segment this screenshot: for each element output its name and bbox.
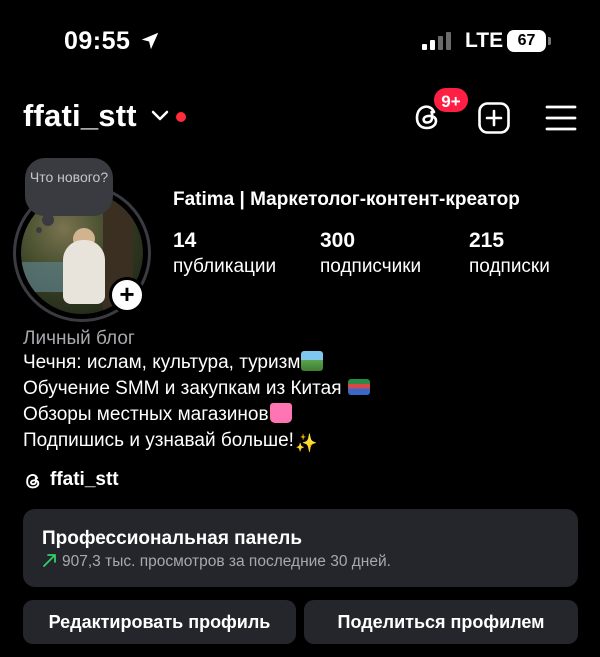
- battery-icon: 67: [507, 30, 551, 52]
- display-name: Fatima | Маркетолог-контент-креатор: [173, 189, 520, 210]
- add-story-button[interactable]: +: [109, 277, 145, 313]
- stat-followers[interactable]: 300 подписчики: [320, 228, 421, 280]
- note-bubble[interactable]: Что нового?: [25, 158, 113, 216]
- add-square-icon[interactable]: [477, 101, 511, 135]
- signal-icon: [422, 32, 451, 50]
- hamburger-menu-icon[interactable]: [545, 104, 577, 132]
- chevron-down-icon[interactable]: [151, 110, 169, 122]
- threads-icon: [26, 473, 40, 489]
- stat-following-count: 215: [469, 229, 505, 252]
- stat-following-label: подписки: [469, 256, 550, 277]
- location-arrow-icon: [141, 32, 159, 50]
- network-type: LTE: [465, 29, 504, 52]
- stat-followers-count: 300: [320, 229, 356, 252]
- dashboard-title: Профессиональная панель: [42, 528, 303, 549]
- bio-line: Подпишись и узнавай больше!✨: [23, 428, 370, 456]
- stat-following[interactable]: 215 подписки: [469, 228, 550, 280]
- status-dot: [176, 112, 186, 122]
- stat-posts[interactable]: 14 публикации: [173, 228, 276, 280]
- note-bubble-tail-small: [36, 227, 42, 233]
- professional-dashboard[interactable]: Профессиональная панель 907,3 тыс. просм…: [23, 509, 578, 587]
- stat-posts-label: публикации: [173, 256, 277, 277]
- profile-username[interactable]: ffati_stt: [23, 98, 137, 134]
- status-time: 09:55: [64, 27, 131, 55]
- edit-profile-button[interactable]: Редактировать профиль: [23, 600, 296, 644]
- shopping-bag-emoji-icon: [269, 403, 292, 423]
- bio-line: Обзоры местных магазинов: [23, 402, 370, 428]
- profile-bio: Чечня: ислам, культура, туризм Обучение …: [23, 350, 370, 456]
- books-emoji-icon: [347, 379, 370, 395]
- status-bar: 09:55 LTE 67: [0, 0, 600, 82]
- sparkles-emoji-icon: ✨: [294, 433, 318, 453]
- stat-followers-label: подписчики: [320, 256, 422, 277]
- profile-category: Личный блог: [23, 328, 135, 349]
- dashboard-subtitle: 907,3 тыс. просмотров за последние 30 дн…: [62, 553, 391, 570]
- battery-level: 67: [507, 30, 546, 52]
- bio-line: Обучение SMM и закупкам из Китая: [23, 376, 370, 402]
- stat-posts-count: 14: [173, 229, 197, 252]
- bio-line: Чечня: ислам, культура, туризм: [23, 350, 370, 376]
- share-profile-button[interactable]: Поделиться профилем: [304, 600, 578, 644]
- dashboard-views: 907,3 тыс. просмотров за последние 30 дн…: [42, 553, 391, 571]
- trend-up-icon: [43, 554, 56, 567]
- notification-badge[interactable]: 9+: [432, 86, 470, 114]
- note-bubble-tail: [42, 214, 54, 226]
- threads-handle: ffati_stt: [50, 469, 119, 490]
- landscape-emoji-icon: [301, 351, 324, 371]
